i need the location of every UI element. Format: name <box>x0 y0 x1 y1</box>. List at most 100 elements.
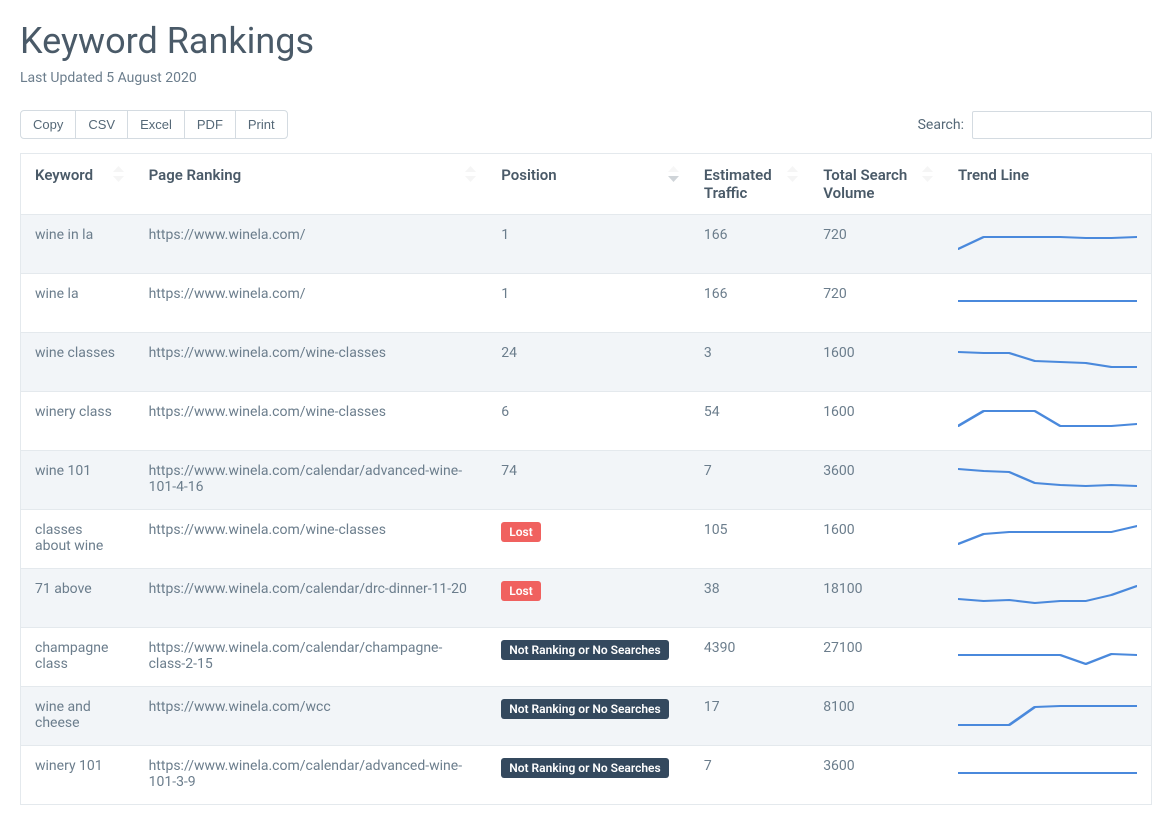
table-row: classes about winehttps://www.winela.com… <box>21 510 1152 569</box>
keyword-cell: winery 101 <box>21 746 135 805</box>
trend-cell <box>944 510 1151 569</box>
volume-cell: 3600 <box>809 746 944 805</box>
search-input[interactable] <box>972 111 1152 139</box>
page-ranking-cell: https://www.winela.com/wine-classes <box>135 510 488 569</box>
keyword-cell: wine la <box>21 274 135 333</box>
keyword-cell: wine and cheese <box>21 687 135 746</box>
sort-icon <box>787 166 799 184</box>
trend-cell <box>944 569 1151 628</box>
position-cell: Lost <box>487 510 690 569</box>
page-ranking-cell: https://www.winela.com/calendar/advanced… <box>135 451 488 510</box>
column-header-trend: Trend Line <box>944 154 1151 215</box>
keyword-cell: wine in la <box>21 215 135 274</box>
export-button-group: CopyCSVExcelPDFPrint <box>20 110 288 139</box>
position-cell: 74 <box>487 451 690 510</box>
lost-badge: Lost <box>501 522 540 542</box>
column-header-traffic[interactable]: Estimated Traffic <box>690 154 809 215</box>
volume-cell: 18100 <box>809 569 944 628</box>
trend-cell <box>944 746 1151 805</box>
trend-cell <box>944 451 1151 510</box>
table-row: wine 101https://www.winela.com/calendar/… <box>21 451 1152 510</box>
trend-cell <box>944 333 1151 392</box>
position-cell: Not Ranking or No Searches <box>487 628 690 687</box>
keyword-cell: wine classes <box>21 333 135 392</box>
volume-cell: 1600 <box>809 392 944 451</box>
table-row: wine classeshttps://www.winela.com/wine-… <box>21 333 1152 392</box>
page-ranking-cell: https://www.winela.com/wine-classes <box>135 392 488 451</box>
table-row: 71 abovehttps://www.winela.com/calendar/… <box>21 569 1152 628</box>
traffic-cell: 38 <box>690 569 809 628</box>
volume-cell: 720 <box>809 274 944 333</box>
column-header-keyword[interactable]: Keyword <box>21 154 135 215</box>
volume-cell: 3600 <box>809 451 944 510</box>
traffic-cell: 7 <box>690 746 809 805</box>
position-cell: 24 <box>487 333 690 392</box>
keyword-cell: champagne class <box>21 628 135 687</box>
position-cell: 1 <box>487 215 690 274</box>
search-label: Search: <box>918 117 964 133</box>
position-cell: Not Ranking or No Searches <box>487 687 690 746</box>
print-button[interactable]: Print <box>235 110 288 139</box>
table-row: wine and cheesehttps://www.winela.com/wc… <box>21 687 1152 746</box>
keyword-rankings-table: Keyword Page Ranking Position Estimated … <box>20 153 1152 805</box>
sort-icon <box>668 166 680 184</box>
trend-cell <box>944 215 1151 274</box>
traffic-cell: 4390 <box>690 628 809 687</box>
page-ranking-cell: https://www.winela.com/calendar/champagn… <box>135 628 488 687</box>
column-label: Keyword <box>35 166 93 184</box>
keyword-cell: 71 above <box>21 569 135 628</box>
column-label: Page Ranking <box>149 166 242 184</box>
table-row: wine in lahttps://www.winela.com/1166720 <box>21 215 1152 274</box>
traffic-cell: 166 <box>690 274 809 333</box>
column-header-volume[interactable]: Total Search Volume <box>809 154 944 215</box>
column-header-position[interactable]: Position <box>487 154 690 215</box>
page-ranking-cell: https://www.winela.com/calendar/advanced… <box>135 746 488 805</box>
position-cell: Not Ranking or No Searches <box>487 746 690 805</box>
table-row: winery classhttps://www.winela.com/wine-… <box>21 392 1152 451</box>
trend-cell <box>944 687 1151 746</box>
column-label: Position <box>501 166 556 184</box>
page-ranking-cell: https://www.winela.com/wcc <box>135 687 488 746</box>
column-header-page[interactable]: Page Ranking <box>135 154 488 215</box>
keyword-cell: classes about wine <box>21 510 135 569</box>
traffic-cell: 17 <box>690 687 809 746</box>
not-ranking-badge: Not Ranking or No Searches <box>501 758 668 778</box>
traffic-cell: 3 <box>690 333 809 392</box>
volume-cell: 720 <box>809 215 944 274</box>
column-label: Total Search Volume <box>823 166 907 202</box>
traffic-cell: 7 <box>690 451 809 510</box>
sort-icon <box>922 166 934 184</box>
page-title: Keyword Rankings <box>20 20 1152 62</box>
column-label: Trend Line <box>958 166 1029 184</box>
volume-cell: 27100 <box>809 628 944 687</box>
last-updated: Last Updated 5 August 2020 <box>20 70 1152 86</box>
position-cell: Lost <box>487 569 690 628</box>
keyword-cell: wine 101 <box>21 451 135 510</box>
trend-cell <box>944 392 1151 451</box>
traffic-cell: 166 <box>690 215 809 274</box>
volume-cell: 8100 <box>809 687 944 746</box>
not-ranking-badge: Not Ranking or No Searches <box>501 640 668 660</box>
traffic-cell: 105 <box>690 510 809 569</box>
position-cell: 1 <box>487 274 690 333</box>
page-ranking-cell: https://www.winela.com/wine-classes <box>135 333 488 392</box>
column-label: Estimated Traffic <box>704 166 772 202</box>
copy-button[interactable]: Copy <box>20 110 76 139</box>
keyword-cell: winery class <box>21 392 135 451</box>
volume-cell: 1600 <box>809 333 944 392</box>
table-row: winery 101https://www.winela.com/calenda… <box>21 746 1152 805</box>
pdf-button[interactable]: PDF <box>184 110 236 139</box>
sort-icon <box>113 166 125 184</box>
page-ranking-cell: https://www.winela.com/ <box>135 274 488 333</box>
sort-icon <box>465 166 477 184</box>
table-row: champagne classhttps://www.winela.com/ca… <box>21 628 1152 687</box>
page-ranking-cell: https://www.winela.com/calendar/drc-dinn… <box>135 569 488 628</box>
position-cell: 6 <box>487 392 690 451</box>
lost-badge: Lost <box>501 581 540 601</box>
not-ranking-badge: Not Ranking or No Searches <box>501 699 668 719</box>
trend-cell <box>944 274 1151 333</box>
trend-cell <box>944 628 1151 687</box>
excel-button[interactable]: Excel <box>127 110 185 139</box>
table-row: wine lahttps://www.winela.com/1166720 <box>21 274 1152 333</box>
csv-button[interactable]: CSV <box>75 110 128 139</box>
